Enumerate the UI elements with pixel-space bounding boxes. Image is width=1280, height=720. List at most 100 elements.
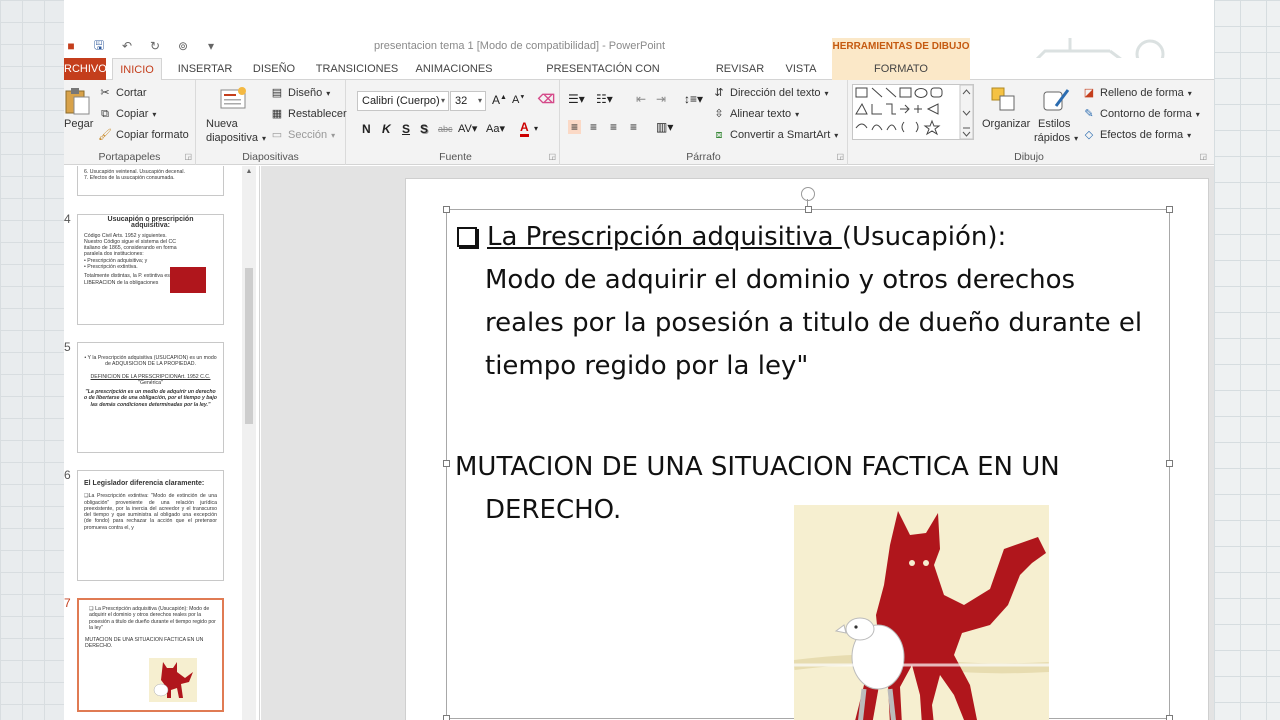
- align-text-icon: ⇳: [714, 108, 724, 120]
- shape-effects-button[interactable]: ◇ Efectos de forma ▾: [1082, 128, 1191, 142]
- clear-formatting-icon[interactable]: ⌫: [538, 92, 555, 106]
- thumb-line: ❑ La Prescripción adquisitiva (Usucapión…: [89, 606, 216, 631]
- tab-file[interactable]: RCHIVO: [64, 58, 107, 80]
- resize-handle[interactable]: [443, 206, 450, 213]
- paste-button[interactable]: Pegar: [64, 118, 93, 130]
- resize-handle[interactable]: [443, 715, 450, 720]
- quick-styles-label-1[interactable]: Estilos: [1038, 118, 1070, 130]
- slide-thumbnail-6[interactable]: El Legislador diferencia claramente: ❑La…: [77, 470, 224, 581]
- format-painter-button[interactable]: 🖌 Copiar formato: [98, 128, 189, 142]
- shape-outline-button[interactable]: ✎ Contorno de forma ▾: [1082, 107, 1199, 121]
- font-group-label: Fuente: [439, 151, 472, 163]
- align-left-icon[interactable]: ≡: [568, 120, 582, 134]
- thumbnails-scrollbar[interactable]: ▲: [242, 166, 256, 720]
- present-icon[interactable]: ⊚: [176, 39, 190, 53]
- align-right-icon[interactable]: ≡: [610, 120, 617, 134]
- new-slide-icon[interactable]: [220, 86, 248, 114]
- tab-design[interactable]: DISEÑO: [248, 58, 300, 80]
- layout-icon: ▤: [271, 87, 283, 99]
- justify-icon[interactable]: ≡: [630, 120, 637, 134]
- slide-thumbnail-5[interactable]: • Y la Prescripción adquisitiva (USUCAPI…: [77, 342, 224, 453]
- resize-handle[interactable]: [805, 206, 812, 213]
- app-icon[interactable]: ■: [64, 39, 78, 53]
- text-direction-label: Dirección del texto: [730, 87, 821, 99]
- arrange-icon[interactable]: [990, 86, 1018, 114]
- bold-icon[interactable]: N: [362, 122, 371, 136]
- resize-handle[interactable]: [1166, 206, 1173, 213]
- bullets-icon[interactable]: ☰▾: [568, 92, 585, 106]
- slide-thumbnail-7[interactable]: ❑ La Prescripción adquisitiva (Usucapión…: [77, 598, 224, 712]
- paste-icon[interactable]: [64, 87, 92, 115]
- shapes-gallery[interactable]: [852, 84, 974, 140]
- slide-thumbnail-4[interactable]: Usucapión o prescripción adquisitiva: Có…: [77, 214, 224, 325]
- layout-button[interactable]: ▤ Diseño ▾: [270, 86, 330, 100]
- new-slide-label-1[interactable]: Nueva: [206, 118, 238, 130]
- tab-view[interactable]: VISTA: [780, 58, 822, 80]
- cut-label: Cortar: [116, 87, 147, 99]
- tab-transitions[interactable]: TRANSICIONES: [312, 58, 402, 80]
- text-shadow-icon[interactable]: S: [420, 122, 428, 136]
- slide-thumbnail-3[interactable]: 6. Usucapión veintenal. Usucapión decena…: [77, 166, 224, 196]
- scroll-up-icon[interactable]: ▲: [244, 168, 254, 178]
- rotate-handle-icon[interactable]: [801, 187, 815, 201]
- thumb-picture: [149, 658, 197, 702]
- decrease-indent-icon[interactable]: ⇤: [636, 92, 646, 106]
- dialog-launcher-icon[interactable]: ◲: [548, 152, 556, 161]
- quick-styles-icon[interactable]: [1042, 86, 1070, 114]
- slide-editing-area: La Prescripción adquisitiva (Usucapión):…: [261, 166, 1214, 720]
- font-color-icon[interactable]: A: [520, 120, 529, 137]
- strikethrough-icon[interactable]: abc: [438, 124, 453, 134]
- tab-review[interactable]: REVISAR: [710, 58, 770, 80]
- numbering-icon[interactable]: ☷▾: [596, 92, 613, 106]
- quick-styles-button[interactable]: rápidos ▾: [1034, 132, 1078, 144]
- underline-icon[interactable]: S: [402, 122, 410, 136]
- reset-button[interactable]: ▦ Restablecer: [270, 107, 347, 121]
- redo-icon[interactable]: ↻: [148, 39, 162, 53]
- undo-icon[interactable]: ↶: [120, 39, 134, 53]
- paragraph-group-label: Párrafo: [686, 151, 721, 163]
- save-icon[interactable]: 🖫: [92, 36, 106, 57]
- chevron-down-icon[interactable]: ▾: [534, 124, 538, 133]
- tab-animations[interactable]: ANIMACIONES: [412, 58, 496, 80]
- shape-fill-button[interactable]: ◪ Relleno de forma ▾: [1082, 86, 1192, 100]
- copy-button[interactable]: ⧉ Copiar ▾: [98, 107, 156, 121]
- font-size-combo[interactable]: 32 ▾: [450, 91, 486, 111]
- new-slide-button[interactable]: diapositiva ▾: [206, 132, 266, 144]
- customize-qat-icon[interactable]: ▾: [204, 39, 218, 53]
- line-spacing-icon[interactable]: ↕≡▾: [684, 92, 703, 106]
- arrange-button[interactable]: Organizar: [982, 118, 1030, 130]
- italic-icon[interactable]: K: [382, 122, 391, 136]
- resize-handle[interactable]: [1166, 715, 1173, 720]
- cut-button[interactable]: ✂ Cortar: [98, 86, 147, 100]
- dialog-launcher-icon[interactable]: ◲: [1199, 152, 1207, 161]
- chevron-down-icon: ▾: [834, 130, 839, 140]
- smartart-button[interactable]: ⧈ Convertir a SmartArt ▾: [712, 128, 839, 142]
- tab-insert[interactable]: INSERTAR: [172, 58, 238, 80]
- font-name-combo[interactable]: Calibri (Cuerpo) ▾: [357, 91, 449, 111]
- section-button[interactable]: ▭ Sección ▾: [270, 128, 335, 142]
- increase-indent-icon[interactable]: ⇥: [656, 92, 666, 106]
- change-case-icon[interactable]: Aa▾: [486, 122, 505, 135]
- shrink-font-icon[interactable]: A▼: [512, 94, 525, 106]
- tab-home[interactable]: INICIO: [112, 58, 162, 81]
- chevron-down-icon: ▾: [824, 88, 829, 98]
- resize-handle[interactable]: [443, 460, 450, 467]
- columns-icon[interactable]: ▥▾: [656, 120, 673, 134]
- align-center-icon[interactable]: ≡: [590, 120, 597, 134]
- tab-slideshow[interactable]: PRESENTACIÓN CON DIAPOSITIVAS: [510, 58, 696, 97]
- clipboard-group-label: Portapapeles: [98, 151, 161, 163]
- grow-font-icon[interactable]: A▲: [492, 93, 507, 107]
- slide-number-5: 5: [64, 340, 71, 354]
- title-bar: ■ 🖫 ↶ ↻ ⊚ ▾ presentacion tema 1 [Modo de…: [64, 0, 1214, 76]
- dialog-launcher-icon[interactable]: ◲: [184, 152, 192, 161]
- align-text-button[interactable]: ⇳ Alinear texto ▾: [712, 107, 799, 121]
- mutation-line-1: MUTACION DE UNA SITUACION FACTICA EN UN: [455, 452, 1060, 482]
- resize-handle[interactable]: [1166, 460, 1173, 467]
- dialog-launcher-icon[interactable]: ◲: [836, 152, 844, 161]
- scrollbar-thumb[interactable]: [245, 268, 253, 424]
- char-spacing-icon[interactable]: AV▾: [458, 122, 477, 135]
- wolf-sheep-picture[interactable]: [794, 505, 1049, 720]
- tab-format[interactable]: FORMATO: [832, 58, 970, 80]
- window-title: presentacion tema 1 [Modo de compatibili…: [374, 40, 666, 52]
- text-direction-button[interactable]: ⇵ Dirección del texto ▾: [712, 86, 829, 100]
